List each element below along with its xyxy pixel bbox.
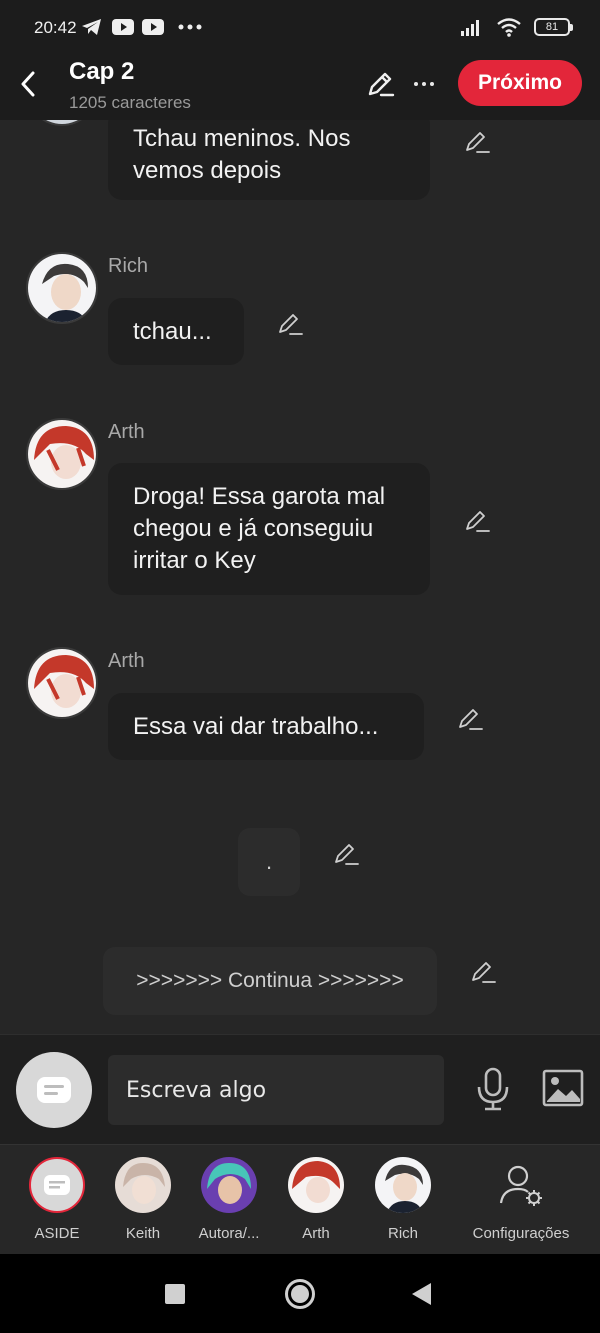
chat-messages[interactable]: Tchau meninos. Nos vemos depois Rich tch… [0,120,600,1034]
sender-name: Arth [108,650,145,672]
user-settings-icon [493,1157,549,1213]
message-input-bar: Escreva algo [0,1034,600,1144]
character-rich[interactable]: Rich [363,1157,443,1242]
message-text: >>>>>>> Continua >>>>>>> [136,969,404,992]
message-text: tchau... [133,317,212,345]
message-bubble[interactable]: Tchau meninos. Nos vemos depois [108,120,430,200]
chapter-title: Cap 2 [69,58,135,85]
aside-message-bubble[interactable]: >>>>>>> Continua >>>>>>> [103,947,437,1015]
recent-apps-button[interactable] [165,1284,185,1304]
edit-message-icon[interactable] [276,310,304,338]
edit-title-button[interactable] [364,68,396,100]
aside-message-bubble[interactable]: . [238,828,300,896]
next-button[interactable]: Próximo [458,60,582,106]
character-arth[interactable]: Arth [276,1157,356,1242]
status-time: 20:42 [34,18,77,37]
avatar [288,1157,344,1213]
character-autora[interactable]: Autora/... [189,1157,269,1242]
avatar [375,1157,431,1213]
character-label: Rich [387,1225,418,1242]
edit-message-icon[interactable] [469,958,497,986]
character-label: Arth [302,1225,330,1242]
aside-mode-button[interactable] [16,1052,92,1128]
chapter-header: Cap 2 1205 caracteres Próximo [0,58,600,120]
avatar-arth [26,647,98,719]
microphone-icon[interactable] [474,1067,512,1111]
character-label: ASIDE [34,1225,80,1242]
character-label: Configurações [472,1225,570,1242]
edit-message-icon[interactable] [463,507,491,535]
aside-icon [37,1077,71,1103]
message-bubble[interactable]: Essa vai dar trabalho... [108,693,424,760]
message-bubble[interactable]: Droga! Essa garota mal chegou e já conse… [108,463,430,595]
avatar [26,120,98,126]
youtube-icon [112,19,134,35]
sender-name: Rich [108,255,149,277]
message-input[interactable]: Escreva algo [108,1055,444,1125]
edit-message-icon[interactable] [463,128,491,156]
message-text: Droga! Essa garota mal chegou e já conse… [133,483,386,574]
avatar [115,1157,171,1213]
image-icon[interactable] [542,1069,584,1107]
message-bubble[interactable]: tchau... [108,298,244,365]
avatar-rich [26,252,98,324]
chevron-left-icon [21,71,35,97]
character-label: Autora/... [198,1225,260,1242]
aside-icon [29,1157,85,1213]
character-count: 1205 caracteres [69,93,191,112]
character-aside[interactable]: ASIDE [17,1157,97,1242]
battery-indicator: 81 [534,18,573,36]
back-button[interactable] [14,66,42,102]
avatar-arth [26,418,98,490]
edit-message-icon[interactable] [332,840,360,868]
avatar [201,1157,257,1213]
sender-name: Arth [108,421,145,443]
youtube-icon-2 [142,19,164,35]
more-notifications-icon [178,24,202,30]
character-keith[interactable]: Keith [103,1157,183,1242]
home-button[interactable] [285,1279,315,1309]
character-label: Keith [125,1225,161,1242]
character-selector: ASIDE Keith Autora/... Arth Rich Configu… [0,1144,600,1254]
system-navigation-bar [0,1254,600,1333]
message-text: . [265,849,273,874]
signal-icon [461,20,479,36]
settings-button[interactable]: Configurações [471,1157,571,1242]
edit-message-icon[interactable] [456,705,484,733]
wifi-icon [497,18,521,37]
status-bar: 20:42 81 [0,0,600,58]
message-text: Tchau meninos. Nos vemos depois [133,125,351,184]
telegram-icon [82,19,101,35]
back-nav-button[interactable] [412,1283,431,1305]
message-text: Essa vai dar trabalho... [133,712,379,740]
more-options-button[interactable] [410,68,438,100]
